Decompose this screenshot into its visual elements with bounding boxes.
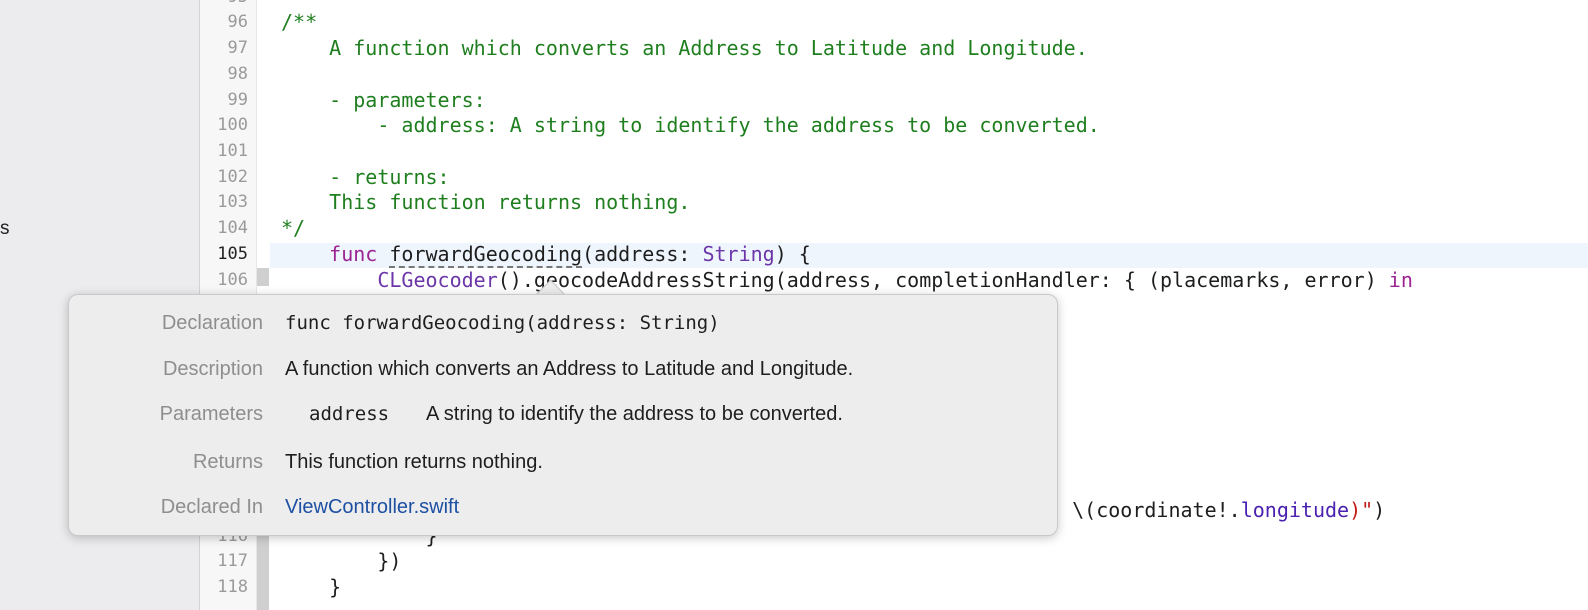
interpolation-start: \(coordinate!.: [1072, 498, 1241, 522]
quickhelp-description-row: Description A function which converts an…: [69, 354, 1057, 384]
parameter-name: address: [309, 403, 390, 425]
line-number: 100: [217, 115, 248, 135]
description-value: A function which converts an Address to …: [285, 358, 854, 380]
code-line[interactable]: This function returns nothing.: [281, 190, 690, 215]
string-close: )": [1349, 498, 1374, 522]
code-line[interactable]: - returns:: [281, 165, 449, 190]
returns-label: Returns: [192, 451, 263, 473]
line-number: 95: [200, 0, 248, 10]
line-number: 102: [217, 167, 248, 187]
line-number: 97: [227, 38, 248, 58]
line-number: 101: [217, 141, 248, 161]
code-line[interactable]: A function which converts an Address to …: [281, 36, 1088, 61]
line-number: 99: [227, 90, 248, 110]
change-indicator: [257, 534, 269, 610]
code-line[interactable]: - address: A string to identify the addr…: [281, 113, 1099, 138]
declaration-value: func forwardGeocoding(address: String): [285, 308, 720, 338]
line-number: 98: [227, 64, 248, 84]
call-parens: ().: [497, 268, 534, 292]
function-name-hovered[interactable]: forwardGeocoding: [389, 242, 582, 266]
declared-in-link[interactable]: ViewController.swift: [285, 492, 459, 522]
xcode-editor: s 95 96 97 98 99 100 101 102 103 104 105…: [0, 0, 1588, 610]
returns-value: This function returns nothing.: [285, 451, 543, 473]
code-line[interactable]: /**: [281, 10, 317, 35]
declared-in-label: Declared In: [160, 496, 263, 518]
code-line[interactable]: - parameters:: [281, 88, 486, 113]
code-line[interactable]: }: [281, 575, 341, 600]
line-number: 118: [217, 577, 248, 597]
call-close: ): [1373, 498, 1386, 522]
declaration-text: func forwardGeocoding(address: String): [285, 312, 720, 334]
line-number: 106: [217, 270, 248, 290]
declaration-label: Declaration: [161, 312, 263, 334]
keyword-func: func: [329, 242, 378, 266]
code-line[interactable]: */: [281, 216, 305, 241]
navigator-item-fragment[interactable]: s: [0, 218, 10, 240]
quick-help-popover: Declaration func forwardGeocoding(addres…: [68, 294, 1058, 536]
quickhelp-declaration-row: Declaration func forwardGeocoding(addres…: [69, 308, 1057, 338]
line-number: 117: [217, 551, 248, 571]
params-open: (address:: [582, 242, 703, 266]
quickhelp-parameters-row: Parameters address A string to identify …: [69, 399, 1057, 429]
quickhelp-declared-in-row: Declared In ViewController.swift: [69, 492, 1057, 522]
line-number: 103: [217, 192, 248, 212]
line-number: 96: [227, 12, 248, 32]
line-number-current: 105: [217, 244, 248, 264]
quickhelp-returns-row: Returns This function returns nothing.: [69, 447, 1057, 477]
parameters-label: Parameters: [159, 403, 263, 425]
code-line[interactable]: CLGeocoder().geocodeAddressString(addres…: [281, 268, 1413, 293]
type-string: String: [702, 242, 775, 266]
method-name: geocodeAddressString: [533, 268, 775, 292]
code-line-partial[interactable]: g: \(coordinate!.longitude)"): [1036, 498, 1385, 523]
params-close: ) {: [774, 242, 811, 266]
description-label: Description: [162, 358, 263, 380]
line-number: 104: [217, 218, 248, 238]
property-longitude: longitude: [1240, 498, 1350, 522]
keyword-in: in: [1388, 268, 1413, 292]
call-args: (address, completionHandler: { (placemar…: [774, 268, 1389, 292]
change-indicator: [257, 268, 269, 286]
type-clgeocoder: CLGeocoder: [377, 268, 498, 292]
parameter-description: A string to identify the address to be c…: [426, 403, 843, 425]
code-line[interactable]: }): [281, 549, 401, 574]
code-line-current[interactable]: func forwardGeocoding(address: String) {: [281, 242, 811, 267]
